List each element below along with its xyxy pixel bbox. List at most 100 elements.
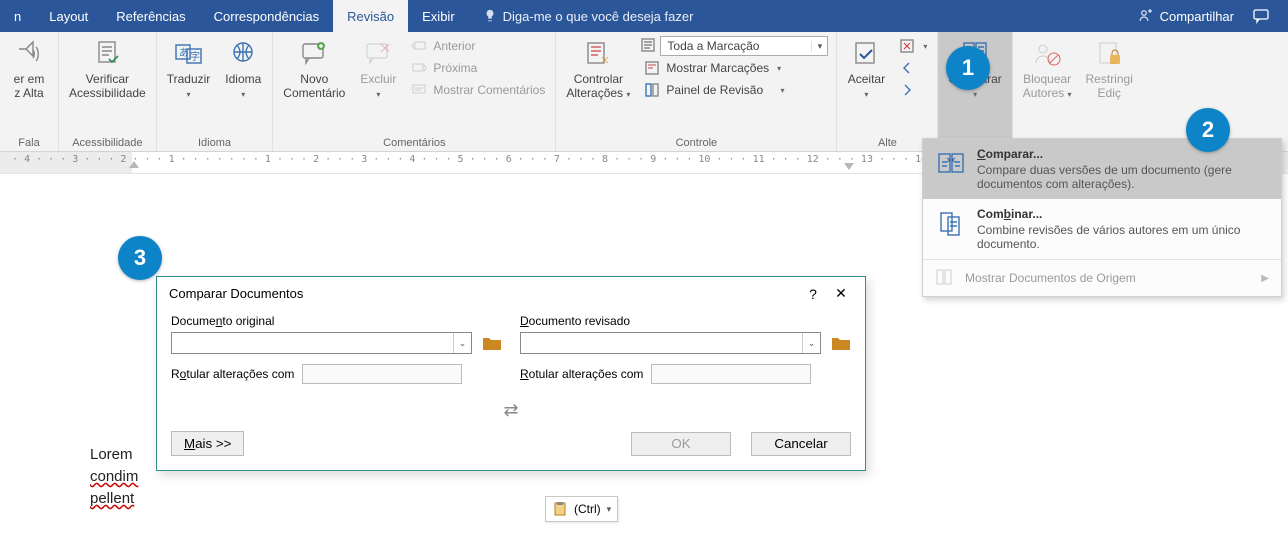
- group-language-label: Idioma: [163, 135, 267, 149]
- previous-change-button[interactable]: [895, 58, 931, 78]
- show-markup-button[interactable]: Mostrar Marcações▾: [640, 58, 830, 78]
- block-authors-button[interactable]: Bloquear Autores ▾: [1019, 36, 1076, 104]
- chevron-right-icon: ▶: [1261, 273, 1269, 284]
- share-button[interactable]: Compartilhar: [1138, 8, 1234, 24]
- delete-comment-button[interactable]: Excluir▾: [355, 36, 401, 104]
- compare-documents-dialog: Comparar Documentos ? ✕ Documento origin…: [156, 276, 866, 471]
- compare-dropdown-menu: Comparar... Compare duas versões de um d…: [922, 138, 1282, 297]
- svg-text:あ: あ: [179, 47, 189, 59]
- group-changes: Aceitar▾ ▾ Alte: [837, 32, 938, 151]
- restrict-editing-button[interactable]: Restringi Ediç: [1082, 36, 1137, 102]
- right-indent-marker[interactable]: [844, 163, 854, 170]
- translate-button[interactable]: あ字 Traduzir▾: [163, 36, 215, 104]
- reject-icon: [899, 38, 915, 54]
- show-comments-icon: [411, 82, 427, 98]
- label-changes-original-input[interactable]: [302, 364, 462, 384]
- group-protect: Bloquear Autores ▾ Restringi Ediç: [1013, 32, 1143, 151]
- menu-item-compare-title: Comparar...: [977, 147, 1269, 161]
- cancel-button[interactable]: Cancelar: [751, 432, 851, 456]
- tab-mailings[interactable]: Correspondências: [200, 0, 334, 32]
- swap-documents-button[interactable]: ⇄: [157, 394, 865, 421]
- original-document-combo[interactable]: ⌄: [171, 332, 472, 354]
- new-comment-icon: [299, 39, 329, 69]
- browse-revised-button[interactable]: [831, 334, 851, 352]
- combine-docs-icon: [936, 208, 966, 238]
- display-for-review-dropdown[interactable]: Toda a Marcação ▾: [660, 36, 828, 56]
- lightbulb-icon: [483, 9, 497, 23]
- menu-item-compare[interactable]: Comparar... Compare duas versões de um d…: [923, 139, 1281, 199]
- language-button[interactable]: Idioma▾: [220, 36, 266, 104]
- share-label: Compartilhar: [1160, 9, 1234, 24]
- original-document-label: Documento original: [171, 314, 502, 328]
- group-changes-label: Alte: [843, 135, 931, 149]
- clipboard-icon: [552, 501, 568, 517]
- ribbon-tab-strip: n Layout Referências Correspondências Re…: [0, 0, 1288, 32]
- tab-references[interactable]: Referências: [102, 0, 199, 32]
- group-speech-label: Fala: [6, 135, 52, 149]
- indent-marker[interactable]: [129, 161, 139, 168]
- accept-button[interactable]: Aceitar▾: [843, 36, 889, 104]
- prev-change-icon: [899, 60, 915, 76]
- track-changes-button[interactable]: Controlar Alterações ▾: [562, 36, 634, 104]
- prev-comment-icon: [411, 38, 427, 54]
- accessibility-check-icon: [92, 39, 122, 69]
- display-for-review-value: Toda a Marcação: [661, 39, 811, 53]
- revised-document-label: Documento revisado: [520, 314, 851, 328]
- tab-partial[interactable]: n: [0, 0, 35, 32]
- new-comment-button[interactable]: Novo Comentário: [279, 36, 349, 102]
- group-comments: Novo Comentário Excluir▾ Anterior Próxim…: [273, 32, 556, 151]
- tell-me-search[interactable]: Diga-me o que você deseja fazer: [469, 9, 708, 24]
- label-changes-revised-input[interactable]: [651, 364, 811, 384]
- group-comments-label: Comentários: [279, 135, 549, 149]
- menu-item-combine-title: Combinar...: [977, 207, 1269, 221]
- tab-layout[interactable]: Layout: [35, 0, 102, 32]
- svg-text:字: 字: [190, 50, 200, 63]
- dialog-close-button[interactable]: ✕: [827, 285, 855, 302]
- person-share-icon: [1138, 8, 1154, 24]
- group-tracking-label: Controle: [562, 135, 830, 149]
- next-comment-button[interactable]: Próxima: [407, 58, 549, 78]
- paste-options-label: (Ctrl): [574, 502, 601, 516]
- doc-line: pellent: [90, 488, 1288, 510]
- more-options-button[interactable]: Mais >>: [171, 431, 244, 456]
- ribbon-body: er emz Alta Fala Verificar Acessibilidad…: [0, 32, 1288, 152]
- read-aloud-button[interactable]: er emz Alta: [6, 36, 52, 102]
- group-tracking: Controlar Alterações ▾ Toda a Marcação ▾…: [556, 32, 837, 151]
- accept-icon: [851, 39, 881, 69]
- original-document-column: Documento original ⌄ Rotular alterações …: [171, 314, 502, 384]
- reviewing-pane-icon: [644, 82, 660, 98]
- show-markup-icon: [644, 60, 660, 76]
- chevron-down-icon: ⌄: [453, 333, 471, 353]
- reject-button[interactable]: ▾: [895, 36, 931, 56]
- next-change-button[interactable]: [895, 80, 931, 100]
- paste-options-button[interactable]: (Ctrl) ▾: [545, 496, 618, 522]
- group-accessibility: Verificar Acessibilidade Acessibilidade: [59, 32, 157, 151]
- menu-item-show-source-docs: Mostrar Documentos de Origem ▶: [923, 260, 1281, 296]
- source-docs-icon: [935, 268, 953, 286]
- speaker-icon: [14, 39, 44, 69]
- check-accessibility-button[interactable]: Verificar Acessibilidade: [65, 36, 150, 102]
- callout-badge-1: 1: [946, 46, 990, 90]
- label-changes-revised-label: Rotular alterações com: [520, 367, 643, 381]
- reviewing-pane-button[interactable]: Painel de Revisão ▾: [640, 80, 830, 100]
- feedback-icon[interactable]: [1252, 7, 1270, 25]
- menu-item-combine[interactable]: Combinar... Combine revisões de vários a…: [923, 199, 1281, 259]
- show-comments-button[interactable]: Mostrar Comentários: [407, 80, 549, 100]
- dialog-help-button[interactable]: ?: [799, 286, 827, 302]
- next-change-icon: [899, 82, 915, 98]
- next-comment-icon: [411, 60, 427, 76]
- callout-badge-2: 2: [1186, 108, 1230, 152]
- tab-review[interactable]: Revisão: [333, 0, 408, 32]
- revised-document-combo[interactable]: ⌄: [520, 332, 821, 354]
- tab-view[interactable]: Exibir: [408, 0, 469, 32]
- menu-item-combine-desc: Combine revisões de vários autores em um…: [977, 223, 1269, 251]
- tell-me-label: Diga-me o que você deseja fazer: [503, 9, 694, 24]
- chevron-down-icon: ▾: [607, 504, 612, 515]
- display-for-review-icon: [640, 37, 656, 53]
- block-authors-icon: [1032, 39, 1062, 69]
- ok-button[interactable]: OK: [631, 432, 731, 456]
- browse-original-button[interactable]: [482, 334, 502, 352]
- group-language: あ字 Traduzir▾ Idioma▾ Idioma: [157, 32, 274, 151]
- prev-comment-button[interactable]: Anterior: [407, 36, 549, 56]
- group-accessibility-label: Acessibilidade: [65, 135, 150, 149]
